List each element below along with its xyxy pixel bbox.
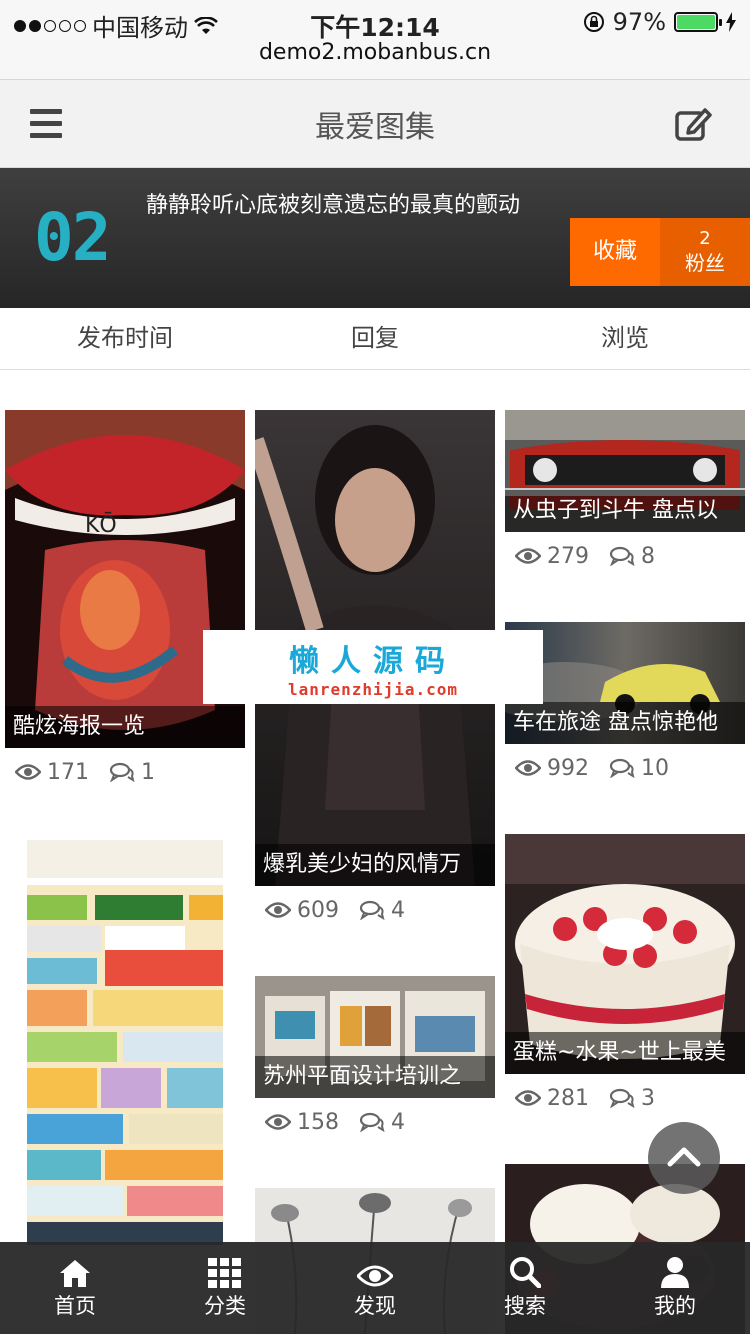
tab-views[interactable]: 浏览: [500, 308, 750, 369]
battery-icon: [674, 12, 722, 32]
fans-counter[interactable]: 2 粉丝: [660, 218, 750, 286]
nav-category[interactable]: 分类: [150, 1242, 300, 1334]
search-icon: [510, 1257, 541, 1288]
nav-label: 发现: [354, 1294, 396, 1318]
eye-icon: [515, 1090, 541, 1106]
fans-label: 粉丝: [685, 251, 725, 275]
profile-banner: 02 静静聆听心底被刻意遗忘的最真的颤动 收藏 2 粉丝: [0, 168, 750, 308]
chevron-up-icon: [667, 1147, 701, 1167]
rotation-lock-icon: [583, 12, 604, 32]
nav-label: 搜索: [504, 1294, 546, 1318]
user-icon: [661, 1257, 689, 1288]
status-bar: 中国移动 下午12:14 97% demo2.mobanbus.cn: [0, 0, 750, 80]
comment-icon: [609, 758, 635, 778]
comment-icon: [609, 1088, 635, 1108]
post-title: 从虫子到斗牛 盘点以: [505, 490, 745, 532]
watermark-overlay: 懒人源码 lanrenzhijia.com: [203, 630, 543, 704]
post-image[interactable]: [5, 830, 245, 1250]
eye-icon: [15, 764, 41, 780]
nav-profile[interactable]: 我的: [600, 1242, 750, 1334]
comment-count-value: 4: [391, 897, 405, 923]
comment-count-value: 8: [641, 543, 655, 569]
address-url[interactable]: demo2.mobanbus.cn: [0, 40, 750, 65]
view-count-value: 279: [547, 543, 589, 569]
watermark-url: lanrenzhijia.com: [287, 680, 459, 699]
comment-count: 8: [609, 544, 655, 569]
post-title: 爆乳美少妇的风情万: [255, 844, 495, 886]
post-title: 酷炫海报一览: [5, 706, 245, 748]
tab-replies[interactable]: 回复: [250, 308, 500, 369]
infographic-image: [5, 830, 245, 1250]
back-to-top-button[interactable]: [648, 1122, 720, 1194]
post-image[interactable]: 蛋糕~水果~世上最美: [505, 834, 745, 1074]
battery-percent: 97%: [612, 8, 666, 36]
svg-text:KŌ: KŌ: [85, 512, 117, 538]
post-title: 苏州平面设计培训之: [255, 1056, 495, 1098]
post-card[interactable]: 苏州平面设计培训之 158 4: [255, 976, 495, 1146]
comment-icon: [609, 546, 635, 566]
view-count-value: 992: [547, 755, 589, 781]
page-title: 最爱图集: [315, 110, 435, 145]
comment-icon: [109, 762, 135, 782]
view-count: 158: [265, 1110, 339, 1135]
comment-count: 1: [109, 760, 155, 785]
comment-count: 10: [609, 756, 669, 781]
comment-count: 4: [359, 898, 405, 923]
nav-home[interactable]: 首页: [0, 1242, 150, 1334]
edit-icon[interactable]: [674, 104, 714, 144]
eye-icon: [515, 548, 541, 564]
comment-icon: [359, 900, 385, 920]
app-header: 最爱图集: [0, 80, 750, 168]
favorite-button[interactable]: 收藏: [570, 218, 660, 286]
nav-label: 我的: [654, 1294, 696, 1318]
fans-count: 2: [699, 228, 711, 249]
grid-icon: [208, 1258, 241, 1288]
view-count: 992: [515, 756, 589, 781]
comment-count: 3: [609, 1086, 655, 1111]
view-count-value: 281: [547, 1085, 589, 1111]
view-count: 279: [515, 544, 589, 569]
home-icon: [60, 1260, 90, 1287]
nav-search[interactable]: 搜索: [450, 1242, 600, 1334]
post-image[interactable]: 苏州平面设计培训之: [255, 976, 495, 1098]
profile-logo: 02: [34, 199, 111, 276]
comment-count-value: 1: [141, 759, 155, 785]
eye-icon: [357, 1265, 393, 1287]
tab-publish-time[interactable]: 发布时间: [0, 308, 250, 369]
nav-label: 分类: [204, 1294, 246, 1318]
post-card[interactable]: 蛋糕~水果~世上最美 281 3: [505, 834, 745, 1122]
charging-icon: [726, 12, 736, 32]
comment-count: 4: [359, 1110, 405, 1135]
eye-icon: [265, 1114, 291, 1130]
post-card[interactable]: KŌ 酷炫海报一览 171 1: [5, 410, 245, 796]
sort-tabs: 发布时间 回复 浏览: [0, 308, 750, 370]
post-card[interactable]: 从虫子到斗牛 盘点以 279 8: [505, 410, 745, 580]
post-image[interactable]: 从虫子到斗牛 盘点以: [505, 410, 745, 532]
comment-count-value: 10: [641, 755, 669, 781]
comment-count-value: 4: [391, 1109, 405, 1135]
nav-discover[interactable]: 发现: [300, 1242, 450, 1334]
eye-icon: [515, 760, 541, 776]
view-count-value: 171: [47, 759, 89, 785]
post-title: 车在旅途 盘点惊艳他: [505, 702, 745, 744]
nav-label: 首页: [54, 1294, 96, 1318]
view-count-value: 609: [297, 897, 339, 923]
view-count: 281: [515, 1086, 589, 1111]
eye-icon: [265, 902, 291, 918]
post-title: 蛋糕~水果~世上最美: [505, 1032, 745, 1074]
bottom-navigation: 首页 分类 发现 搜索 我的: [0, 1242, 750, 1334]
profile-description: 静静聆听心底被刻意遗忘的最真的颤动: [146, 193, 521, 218]
post-card[interactable]: [5, 830, 245, 1250]
comment-count-value: 3: [641, 1085, 655, 1111]
view-count-value: 158: [297, 1109, 339, 1135]
watermark-title: 懒人源码: [289, 644, 457, 679]
comment-icon: [359, 1112, 385, 1132]
view-count: 171: [15, 760, 89, 785]
view-count: 609: [265, 898, 339, 923]
